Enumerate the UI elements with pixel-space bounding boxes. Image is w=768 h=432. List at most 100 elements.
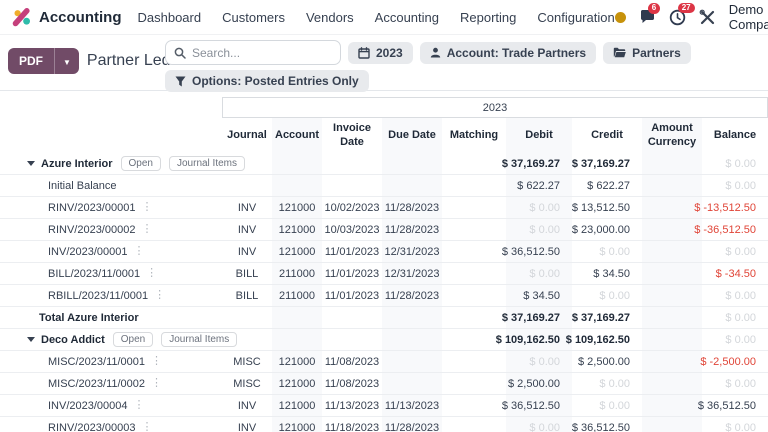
partner-name[interactable]: Deco Addict [41,334,105,346]
move-line-name[interactable]: INV/2023/00004 [48,400,128,412]
row-name-cell: MISC/2023/11/0001 ⋮ [0,351,222,372]
collapse-caret-icon[interactable] [27,161,35,166]
table-row: INV/2023/00004⋮INV12100011/13/202311/13/… [0,395,768,417]
cell-invoice-date: 11/13/2023 [322,395,382,416]
row-name-cell: MISC/2023/11/0002 ⋮ [0,373,222,394]
cell-due-date [382,153,442,174]
kebab-menu-icon[interactable]: ⋮ [151,378,162,389]
partner-name[interactable]: Azure Interior [41,158,113,170]
row-name-cell: INV/2023/00001 ⋮ [0,241,222,262]
search-facet-2[interactable]: Partners [603,42,691,64]
table-row: Total Azure Interior$ 37,169.27$ 37,169.… [0,307,768,329]
cell-journal [222,175,272,196]
cell-matching [442,373,506,394]
pdf-dropdown-caret-icon[interactable]: ▼ [54,48,79,74]
pdf-button[interactable]: PDF [8,48,54,74]
kebab-menu-icon[interactable]: ⋮ [134,400,145,411]
cell-due-date: 11/28/2023 [382,219,442,240]
kebab-menu-icon[interactable]: ⋮ [134,246,145,257]
collapse-caret-icon[interactable] [27,337,35,342]
cell-balance: $ 0.00 [702,175,768,196]
cell-journal: INV [222,417,272,432]
table-header-row: JournalAccountInvoice DateDue DateMatchi… [0,118,768,153]
kebab-menu-icon[interactable]: ⋮ [141,202,152,213]
table-body: Azure InteriorOpenJournal Items$ 37,169.… [0,153,768,432]
menu-item-vendors[interactable]: Vendors [306,10,354,25]
activities-clock-icon[interactable]: 27 [669,9,686,26]
cell-debit: $ 0.00 [506,263,572,284]
kebab-menu-icon[interactable]: ⋮ [146,268,157,279]
search-icon [174,47,186,59]
cell-debit: $ 0.00 [506,197,572,218]
cell-matching [442,417,506,432]
messages-icon[interactable]: 6 [639,9,656,25]
cell-due-date: 12/31/2023 [382,263,442,284]
cell-debit: $ 36,512.50 [506,395,572,416]
menu-item-customers[interactable]: Customers [222,10,285,25]
search-input-wrapper[interactable] [165,40,341,65]
cell-account: 121000 [272,219,322,240]
menu-item-dashboard[interactable]: Dashboard [138,10,202,25]
period-header: 2023 [222,97,768,118]
cell-journal: INV [222,219,272,240]
cell-matching [442,197,506,218]
pdf-split-button[interactable]: PDF ▼ [8,48,79,74]
open-button[interactable]: Open [113,332,153,347]
cell-account: 121000 [272,351,322,372]
cell-debit: $ 0.00 [506,219,572,240]
cell-amount-currency [642,307,702,328]
cell-amount-currency [642,329,702,350]
table-row: Azure InteriorOpenJournal Items$ 37,169.… [0,153,768,175]
cell-journal: INV [222,241,272,262]
search-facet-0[interactable]: 2023 [348,42,413,64]
app-brand[interactable]: Accounting [12,7,122,27]
cell-balance: $ 0.00 [702,241,768,262]
cell-invoice-date: 11/01/2023 [322,285,382,306]
cell-amount-currency [642,351,702,372]
move-line-name[interactable]: MISC/2023/11/0001 [48,356,145,368]
table-row: RINV/2023/00002 ⋮ INV12100010/03/202311/28… [0,219,768,241]
kebab-menu-icon[interactable]: ⋮ [154,290,165,301]
company-switcher[interactable]: Demo Company [729,2,768,32]
options-filter[interactable]: Options: Posted Entries Only [165,70,369,92]
table-row: MISC/2023/11/0001⋮MISC12100011/08/2023$ … [0,351,768,373]
cell-credit: $ 0.00 [572,395,642,416]
move-line-name[interactable]: MISC/2023/11/0002 [48,378,145,390]
move-line-name[interactable]: RINV/2023/00001 [48,202,135,214]
menu-item-configuration[interactable]: Configuration [537,10,614,25]
search-input[interactable] [192,46,332,60]
cell-balance: $ 0.00 [702,329,768,350]
filter-funnel-icon [175,76,186,87]
cell-balance: $ -13,512.50 [702,197,768,218]
move-line-name[interactable]: RBILL/2023/11/0001 [48,290,148,302]
status-dot-icon[interactable] [615,12,626,23]
cell-amount-currency [642,219,702,240]
kebab-menu-icon[interactable]: ⋮ [141,224,152,235]
top-navbar: Accounting Dashboard Customers Vendors Acco… [0,0,768,35]
cell-amount-currency [642,197,702,218]
row-name-cell: BILL/2023/11/0001 ⋮ [0,263,222,284]
move-line-name[interactable]: RINV/2023/00003 [48,422,135,432]
total-row-label: Total Azure Interior [39,312,139,324]
row-name-cell: RBILL/2023/11/0001 ⋮ [0,285,222,306]
cell-credit: $ 0.00 [572,373,642,394]
cell-due-date: 11/28/2023 [382,285,442,306]
move-line-name[interactable]: INV/2023/00001 [48,246,128,258]
move-line-name[interactable]: BILL/2023/11/0001 [48,268,140,280]
menu-item-accounting[interactable]: Accounting [375,10,439,25]
kebab-menu-icon[interactable]: ⋮ [151,356,162,367]
facet-label: 2023 [376,46,403,60]
open-button[interactable]: Open [121,156,161,171]
folder-icon [613,47,626,58]
menu-item-reporting[interactable]: Reporting [460,10,516,25]
cell-balance: $ 0.00 [702,153,768,174]
tools-icon[interactable] [699,9,716,26]
column-header-debit: Debit [506,118,572,153]
search-facet-1[interactable]: Account: Trade Partners [420,42,596,64]
cell-due-date: 11/28/2023 [382,197,442,218]
header-spacer [0,118,222,153]
move-line-name[interactable]: RINV/2023/00002 [48,224,135,236]
cell-due-date [382,307,442,328]
cell-invoice-date: 10/03/2023 [322,219,382,240]
kebab-menu-icon[interactable]: ⋮ [141,422,152,432]
